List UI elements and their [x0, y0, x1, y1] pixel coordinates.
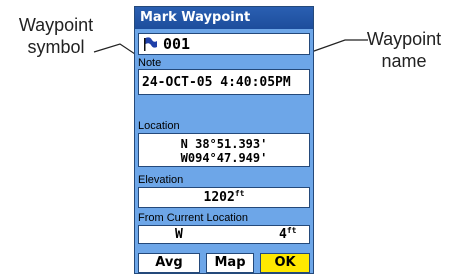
from-current-location-field: W 4ft: [138, 225, 310, 244]
from-current-location-label: From Current Location: [138, 212, 249, 224]
note-value: 24-OCT-05 4:40:05PM: [142, 75, 291, 90]
note-label: Note: [138, 57, 162, 69]
location-field[interactable]: N 38°51.393' W094°47.949': [138, 133, 310, 167]
elevation-field[interactable]: 1202ft: [138, 187, 310, 208]
elevation-label: Elevation: [138, 174, 184, 186]
bearing-direction: W: [175, 227, 183, 242]
distance-line: 4ft: [279, 226, 297, 243]
distance-unit: ft: [286, 226, 297, 235]
page-title: Mark Waypoint: [135, 7, 313, 29]
elevation-value-line: 1202ft: [139, 189, 309, 206]
avg-button[interactable]: Avg: [138, 253, 200, 273]
note-field[interactable]: 24-OCT-05 4:40:05PM: [138, 69, 310, 95]
location-label: Location: [138, 120, 180, 132]
elevation-unit: ft: [234, 189, 245, 198]
waypoint-name-row[interactable]: 001: [138, 33, 310, 55]
flag-icon[interactable]: [142, 37, 158, 51]
waypoint-name-value: 001: [163, 35, 191, 53]
location-latitude: N 38°51.393': [180, 137, 268, 151]
location-longitude: W094°47.949': [180, 151, 268, 165]
elevation-value: 1202: [203, 190, 235, 205]
ok-button[interactable]: OK: [260, 253, 310, 273]
map-button[interactable]: Map: [206, 253, 254, 273]
gps-screen: Mark Waypoint 001 Note 24-OCT-05 4:40:05…: [134, 6, 314, 274]
distance-value: 4: [279, 227, 287, 242]
